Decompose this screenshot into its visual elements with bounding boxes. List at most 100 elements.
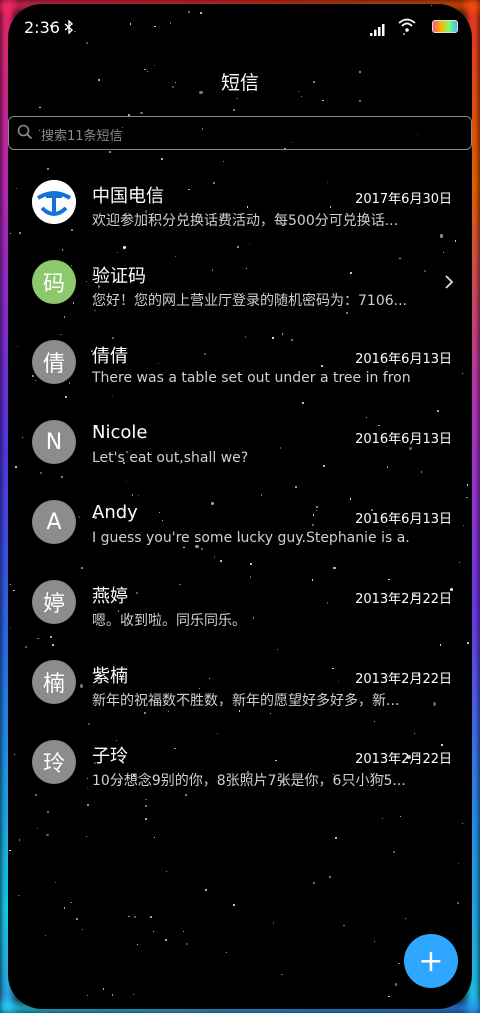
avatar: 玲 bbox=[32, 740, 76, 784]
conversation-item[interactable]: 玲 子玲 2013年2月22日 10分想念9别的你，8张照片7张是你，6只小狗5… bbox=[8, 724, 472, 804]
star bbox=[280, 973, 283, 976]
star bbox=[37, 828, 39, 830]
conversation-item[interactable]: 码 验证码 您好！您的网上营业厅登录的随机密码为：7106... bbox=[8, 244, 472, 324]
star bbox=[39, 106, 41, 109]
star bbox=[358, 100, 361, 103]
wifi-icon bbox=[398, 17, 416, 36]
status-bar: 2:36 bbox=[8, 4, 472, 52]
conversation-preview: I guess you're some lucky guy.Stephanie … bbox=[92, 530, 410, 546]
conversation-preview: Let's eat out,shall we? bbox=[92, 450, 249, 466]
conversation-name: Nicole bbox=[92, 422, 148, 443]
star bbox=[86, 836, 88, 838]
conversation-date: 2013年2月22日 bbox=[355, 592, 452, 607]
star bbox=[272, 922, 275, 925]
star bbox=[335, 837, 338, 840]
conversation-name: 倩倩 bbox=[92, 346, 128, 367]
star bbox=[9, 849, 11, 851]
star bbox=[205, 889, 207, 891]
conversation-item[interactable]: 中国电信 2017年6月30日 欢迎参加积分兑换话费活动，每500分可兑换话..… bbox=[8, 164, 472, 244]
avatar: 倩 bbox=[32, 340, 76, 384]
star bbox=[343, 924, 345, 927]
star bbox=[111, 993, 114, 996]
star bbox=[393, 851, 396, 854]
avatar: A bbox=[32, 500, 76, 544]
star bbox=[46, 834, 49, 837]
conversation-item[interactable]: 楠 紫楠 2013年2月22日 新年的祝福数不胜数，新年的愿望好多好多，新... bbox=[8, 644, 472, 724]
conversation-date: 2017年6月30日 bbox=[355, 192, 452, 207]
star bbox=[232, 108, 235, 111]
conversation-preview: 嗯。收到啦。同乐同乐。 bbox=[92, 613, 246, 629]
star bbox=[154, 836, 156, 839]
star bbox=[381, 817, 383, 819]
conversation-preview: There was a table set out under a tree i… bbox=[92, 370, 410, 386]
search-placeholder: 搜索11条短信 bbox=[41, 129, 123, 144]
star bbox=[400, 816, 402, 818]
new-message-button[interactable]: + bbox=[404, 934, 458, 988]
china-telecom-logo-icon bbox=[32, 180, 76, 224]
star bbox=[145, 818, 147, 820]
signal-icon bbox=[370, 21, 386, 40]
star bbox=[300, 95, 302, 98]
star bbox=[63, 907, 66, 909]
star bbox=[457, 901, 460, 904]
conversation-item[interactable]: A Andy 2016年6月13日 I guess you're some lu… bbox=[8, 484, 472, 564]
china-telecom-logo-avatar bbox=[32, 180, 76, 224]
star bbox=[457, 862, 459, 864]
page-title: 短信 bbox=[220, 72, 259, 94]
conversation-preview: 欢迎参加积分兑换话费活动，每500分可兑换话... bbox=[92, 213, 399, 229]
plus-icon: + bbox=[418, 943, 444, 979]
star bbox=[81, 928, 84, 931]
star bbox=[87, 994, 89, 996]
star bbox=[313, 882, 315, 884]
star bbox=[164, 938, 167, 941]
conversation-preview: 新年的祝福数不胜数，新年的愿望好多好多，新... bbox=[92, 693, 400, 709]
avatar: N bbox=[32, 420, 76, 464]
conversation-date: 2016年6月13日 bbox=[355, 512, 452, 527]
conversation-name: 紫楠 bbox=[92, 666, 128, 687]
status-time: 2:36 bbox=[24, 18, 60, 37]
star bbox=[388, 995, 390, 998]
star bbox=[136, 944, 139, 946]
conversation-preview: 10分想念9别的你，8张照片7张是你，6只小狗5... bbox=[92, 773, 406, 789]
star bbox=[235, 97, 238, 100]
star bbox=[75, 918, 78, 921]
star bbox=[86, 803, 89, 806]
star bbox=[134, 916, 137, 919]
star bbox=[165, 870, 168, 873]
conversation-item[interactable]: N Nicole 2016年6月13日 Let's eat out,shall … bbox=[8, 404, 472, 484]
conversation-preview: 您好！您的网上营业厅登录的随机密码为：7106... bbox=[92, 293, 407, 309]
star bbox=[54, 882, 57, 884]
chevron-right-icon[interactable] bbox=[444, 274, 454, 294]
bluetooth-icon bbox=[64, 19, 74, 38]
star bbox=[152, 931, 154, 933]
search-icon bbox=[17, 124, 33, 140]
star bbox=[109, 151, 112, 154]
star bbox=[321, 99, 324, 102]
star bbox=[225, 951, 228, 954]
star bbox=[186, 942, 189, 945]
star bbox=[133, 994, 135, 996]
avatar: 婷 bbox=[32, 580, 76, 624]
star bbox=[404, 917, 406, 919]
search-input[interactable]: 搜索11条短信 bbox=[8, 116, 472, 150]
app-screen: 2:36 短信 搜索11条短信 中国电信 2017年6月30日 欢迎参加积分兑换… bbox=[8, 4, 472, 1009]
conversation-date: 2013年2月22日 bbox=[355, 672, 452, 687]
star bbox=[140, 112, 143, 115]
conversation-item[interactable]: 婷 燕婷 2013年2月22日 嗯。收到啦。同乐同乐。 bbox=[8, 564, 472, 644]
star bbox=[149, 916, 152, 919]
conversation-name: 验证码 bbox=[92, 266, 146, 287]
conversation-name: 中国电信 bbox=[92, 186, 164, 207]
conversation-date: 2013年2月22日 bbox=[355, 752, 452, 767]
avatar: 码 bbox=[32, 260, 76, 304]
battery-icon bbox=[432, 20, 458, 33]
star bbox=[17, 894, 20, 897]
conversation-item[interactable]: 倩 倩倩 2016年6月13日 There was a table set ou… bbox=[8, 324, 472, 404]
star bbox=[46, 811, 49, 814]
star bbox=[145, 805, 148, 807]
star bbox=[397, 962, 400, 965]
conversation-name: 燕婷 bbox=[92, 586, 128, 607]
star bbox=[153, 64, 155, 66]
star bbox=[102, 987, 105, 990]
star bbox=[70, 901, 72, 904]
star bbox=[222, 161, 224, 163]
